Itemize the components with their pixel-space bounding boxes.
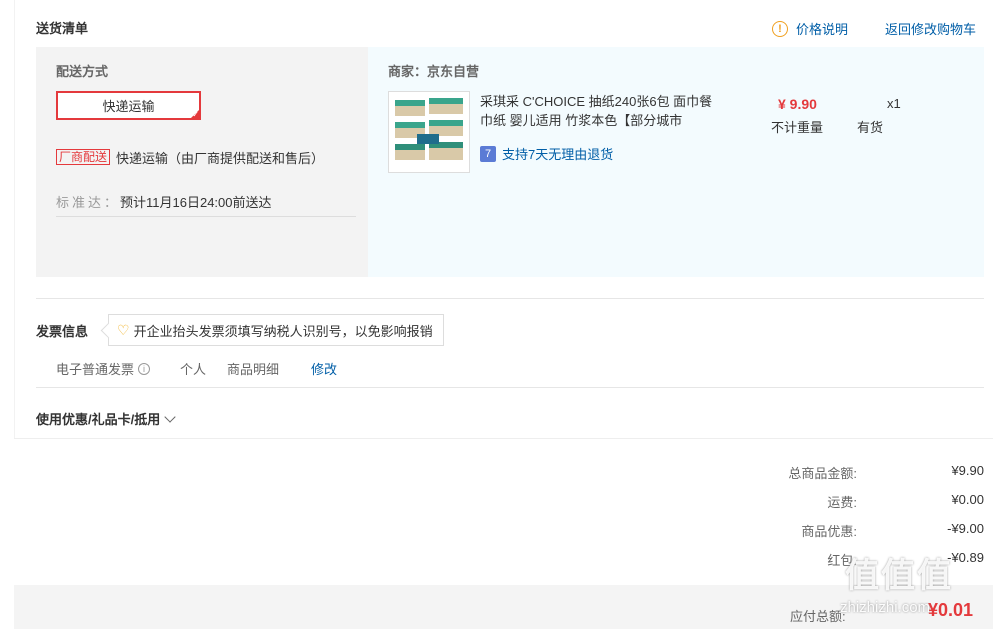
goods-total-label: 总商品金额: [788,466,857,481]
product-price: ¥ 9.90 [778,96,817,112]
standard-delivery: 标准达：预计11月16日24:00前送达 [56,192,272,211]
return-policy-label: 支持7天无理由退货 [502,147,614,162]
discount-value: -¥9.00 [947,521,984,536]
price-note-label: 价格说明 [796,22,849,37]
invoice-edit-link[interactable]: 修改 [311,359,337,378]
invoice-tip-text: 开企业抬头发票须填写纳税人识别号，以免影响报销 [133,323,433,339]
info-icon: ! [772,20,788,37]
section-title: 送货清单 [36,21,89,36]
card-border [14,0,15,438]
shipping-method-button[interactable]: 快递运输 ✓ [56,91,201,120]
standard-value: 预计11月16日24:00前送达 [120,195,272,210]
coupon-label: 使用优惠/礼品卡/抵用 [36,412,161,427]
total-value: ¥0.01 [928,600,974,620]
help-icon[interactable]: i [138,362,151,375]
card-border [14,438,993,439]
divider [36,298,984,299]
invoice-title-type: 个人 [180,362,207,377]
invoice-tip: ♡ 开企业抬头发票须填写纳税人识别号，以免影响报销 [108,314,444,346]
tissue-package-image [395,98,463,160]
invoice-content: 商品明细 [227,362,280,377]
standard-key: 标准达： [56,195,121,210]
discount-label: 商品优惠: [801,524,857,539]
stock-status: 有货 [857,120,884,135]
divider [36,387,984,388]
divider [56,216,356,217]
return-policy: 7 支持7天无理由退货 [480,144,613,163]
invoice-label: 发票信息 [36,324,89,339]
freight-value: ¥0.00 [951,492,984,507]
price-note-link[interactable]: ! 价格说明 [772,19,848,38]
product-thumbnail[interactable] [388,91,470,173]
chevron-down-icon [164,410,176,423]
merchant-label: 商家：京东自营 [388,64,480,79]
product-weight: 不计重量 [771,120,824,135]
seven-day-return-icon: 7 [480,145,496,162]
invoice-type: 电子普通发票 i [56,359,151,378]
total-label: 应付总额: [790,609,846,624]
invoice-type-label: 电子普通发票 [56,362,135,377]
check-icon: ✓ [192,110,199,119]
redpacket-label: 红包: [827,553,857,568]
watermark-logo: 值值值 [845,557,953,595]
coupon-toggle[interactable]: 使用优惠/礼品卡/抵用 [36,409,176,428]
vendor-description: 快递运输（由厂商提供配送和售后） [116,151,325,166]
product-name-link[interactable]: 采琪采 C'CHOICE 抽纸240张6包 面巾餐巾纸 婴儿适用 竹浆本色【部分… [480,92,720,130]
vendor-tag: 厂商配送 [56,149,111,165]
back-to-cart-link[interactable]: 返回修改购物车 [885,19,976,38]
watermark-url: zhizhizhi.com [840,599,931,616]
shipping-method-label: 快递运输 [102,99,155,114]
freight-label: 运费: [827,495,857,510]
product-quantity: x1 [887,96,901,111]
shipping-label: 配送方式 [56,64,109,79]
goods-total-value: ¥9.90 [951,463,984,478]
lightbulb-icon: ♡ [117,321,130,338]
